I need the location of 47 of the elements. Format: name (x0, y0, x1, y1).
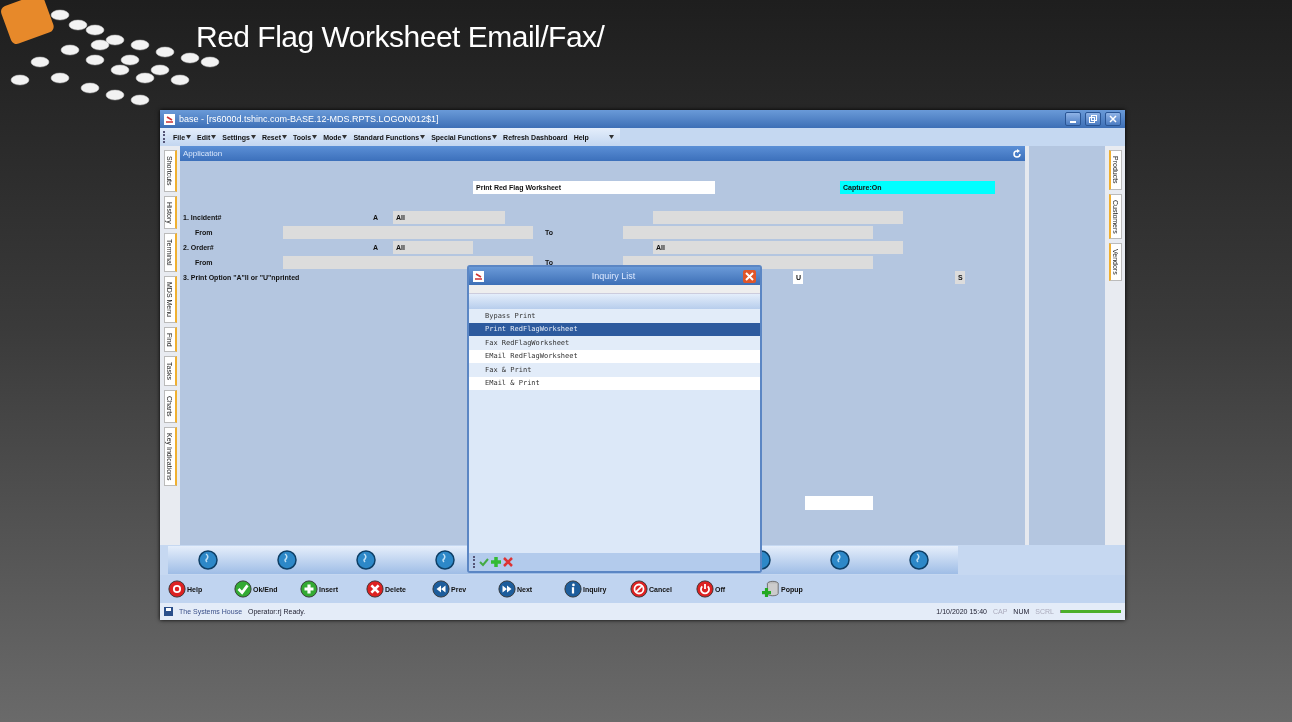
prev-icon (432, 580, 450, 598)
caret-icon (211, 135, 217, 139)
save-icon (164, 607, 173, 616)
next-icon (498, 580, 516, 598)
close-icon[interactable] (503, 557, 513, 567)
globe-icon[interactable] (829, 550, 850, 570)
caret-icon (250, 135, 256, 139)
close-icon[interactable] (743, 269, 756, 283)
inquiry-icon (564, 580, 582, 598)
check-icon[interactable] (479, 557, 489, 567)
input-field[interactable] (283, 256, 533, 269)
caret-icon (342, 135, 348, 139)
filter-field[interactable] (469, 285, 760, 294)
slide-title: Red Flag Worksheet Email/Fax/ (196, 20, 605, 54)
minimize-button[interactable] (1065, 112, 1081, 126)
close-icon (1109, 115, 1117, 123)
globe-icon[interactable] (434, 550, 455, 570)
globe-icon[interactable] (355, 550, 376, 570)
ok-icon (234, 580, 252, 598)
dialog-title: Inquiry List (590, 271, 637, 281)
help-icon (168, 580, 186, 598)
globe-icon[interactable] (197, 550, 218, 570)
delete-icon (366, 580, 384, 598)
cancel-icon (630, 580, 648, 598)
input-field[interactable] (653, 211, 903, 224)
globe-icon[interactable] (276, 550, 297, 570)
caret-icon (282, 135, 287, 139)
caret-icon (608, 135, 614, 139)
input-field[interactable] (805, 496, 873, 510)
caret-icon (312, 135, 318, 139)
caret-icon (420, 135, 426, 139)
app-icon (164, 113, 175, 125)
insert-icon (300, 580, 318, 598)
caret-icon (186, 135, 192, 139)
restore-icon (1089, 115, 1097, 123)
globe-icon[interactable] (908, 550, 929, 570)
input-field[interactable] (283, 226, 533, 239)
app-icon (473, 270, 484, 282)
refresh-icon[interactable] (1012, 148, 1022, 159)
restore-button[interactable] (1085, 112, 1101, 126)
caret-icon (492, 135, 498, 139)
off-icon (696, 580, 714, 598)
close-button[interactable] (1105, 112, 1121, 126)
input-field[interactable] (623, 226, 873, 239)
database-plus-icon (762, 580, 780, 598)
window-title: base - [rs6000d.tshinc.com-BASE.12-MDS.RPTS.LOGON012$1] (179, 114, 440, 124)
panel-title: Application (183, 149, 223, 158)
